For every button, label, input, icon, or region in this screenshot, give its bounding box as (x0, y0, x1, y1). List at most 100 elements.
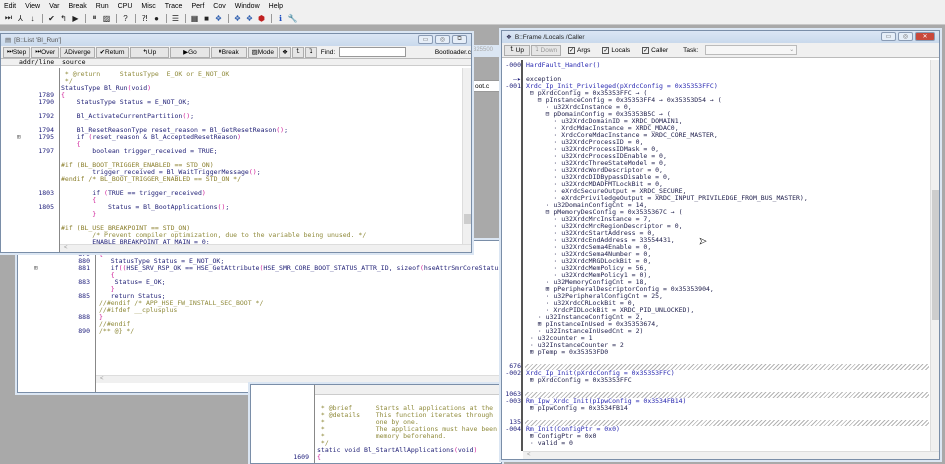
menu-view[interactable]: View (25, 3, 40, 10)
find-input[interactable] (339, 47, 406, 57)
stop-icon[interactable]: ● (151, 13, 162, 23)
frame-row (502, 69, 929, 76)
register-icon[interactable]: ■ (201, 13, 212, 23)
menu-bar: Edit View Var Break Run CPU Misc Trace Perf Cov Wi… (0, 0, 945, 12)
list-window-titlebar[interactable]: ▤ [B::List 'Bl_Run'] ▭ ◎ ⧉ (1, 34, 471, 46)
break-button[interactable]: ⏸ Break (210, 46, 247, 58)
menu-perf[interactable]: Perf (191, 3, 204, 10)
up-button[interactable]: ↰ Up (129, 46, 170, 58)
restore-button[interactable]: ⧉ (452, 35, 467, 44)
frame-icon[interactable]: ❖ (213, 13, 224, 23)
up-view-button[interactable]: ⮤ (292, 46, 304, 58)
down-button[interactable]: ⮧ Down (531, 44, 561, 56)
menu-cov[interactable]: Cov (213, 3, 225, 10)
toolbar-separator (135, 13, 136, 23)
horizontal-scrollbar[interactable] (315, 385, 501, 395)
main-toolbar: ⏭ ⅄ ↓ ✔ ↰ ▶ ⏸ ▨? ⁈ ● ☰ ▦ ■ ❖ ❖ ❖ ⬢ ℹ 🔧 (0, 12, 945, 25)
frame-level (502, 258, 523, 265)
context-help-icon[interactable]: ⁈ (139, 13, 150, 23)
frame-level (502, 111, 523, 118)
background-window-fragment: 325500 (472, 45, 502, 57)
menu-break[interactable]: Break (68, 3, 86, 10)
addr-line-header[interactable]: addr/line (19, 59, 54, 66)
caller-checkbox[interactable]: ✓ Caller (642, 46, 668, 54)
step-label: Step (12, 48, 27, 56)
step-icon[interactable]: ⏭ (3, 13, 14, 23)
frame-level (502, 314, 523, 321)
menu-edit[interactable]: Edit (4, 3, 16, 10)
return-button[interactable]: ✔ Return (95, 46, 129, 58)
go-icon[interactable]: ▶ (70, 13, 81, 23)
frame-window-titlebar[interactable]: ❖ B::Frame /Locals /Caller ▭ ◎ ✕ (502, 31, 939, 43)
horizontal-scrollbar[interactable]: < (523, 451, 939, 459)
horizontal-scrollbar[interactable]: < (60, 244, 471, 252)
mode-icon[interactable]: ▨ (101, 13, 112, 23)
frame-level (502, 216, 523, 223)
close-button[interactable]: ✕ (915, 32, 935, 41)
up-button[interactable]: ⮤ Up (504, 44, 530, 56)
locals-label: Locals (611, 46, 631, 54)
frame-level (502, 223, 523, 230)
bug-icon[interactable]: ⬢ (256, 13, 267, 23)
watch-icon[interactable]: ❖ (244, 13, 255, 23)
over-button[interactable]: ⏭ Over (31, 46, 60, 58)
maximize-button[interactable]: ◎ (435, 35, 450, 44)
frame-row: · valid = 0 (502, 440, 929, 447)
menu-var[interactable]: Var (49, 3, 59, 10)
tool-icon[interactable]: 🔧 (287, 13, 298, 23)
diverge-button[interactable]: ⅄ Diverge (60, 46, 95, 58)
over-icon[interactable]: ↓ (27, 13, 38, 23)
diverge-icon[interactable]: ⅄ (15, 13, 26, 23)
return-icon[interactable]: ✔ (46, 13, 57, 23)
frame-level (502, 209, 523, 216)
code-line: if((HSE_SRV_RSP_OK == HSE_GetAttribute(H… (99, 264, 500, 272)
go-button[interactable]: ▶ Go (170, 46, 210, 58)
up-label: Up (515, 46, 524, 54)
down-view-button[interactable]: ⮧ (304, 46, 317, 58)
fold-toggle-icon[interactable]: ⊞ (34, 265, 38, 272)
code-line: } (61, 210, 97, 218)
fold-toggle-icon[interactable]: ⊞ (17, 134, 21, 141)
frame-level (502, 265, 523, 272)
menu-help[interactable]: Help (269, 3, 283, 10)
menu-cpu[interactable]: CPU (118, 3, 133, 10)
menu-misc[interactable]: Misc (141, 3, 155, 10)
menu-window[interactable]: Window (235, 3, 260, 10)
frame-function[interactable]: HardFault_Handler() (523, 62, 600, 69)
var-icon[interactable]: ❖ (232, 13, 243, 23)
break-icon[interactable]: ⏸ (89, 13, 100, 23)
bracket: ) (147, 84, 152, 92)
minimize-button[interactable]: ▭ (881, 32, 896, 41)
help-icon[interactable]: ? (120, 13, 131, 23)
mode-button[interactable]: ▨ Mode (247, 46, 278, 58)
frame-view-button[interactable]: ❖ (279, 46, 291, 58)
code-line: //#ifdef __cplusplus (99, 306, 178, 314)
code-line: if (reset_reason & Bl_AcceptedResetReaso… (61, 133, 242, 141)
memory-icon[interactable]: ▦ (189, 13, 200, 23)
mouse-cursor-icon: ➤ (699, 236, 707, 247)
code-line: * memory beforehand. (317, 432, 447, 440)
horizontal-scrollbar[interactable]: < (96, 375, 500, 383)
list-icon[interactable]: ☰ (170, 13, 181, 23)
locals-checkbox[interactable]: ✓ Locals (602, 46, 631, 54)
minimize-button[interactable]: ▭ (418, 35, 433, 44)
toolbar-separator (185, 13, 186, 23)
info-icon[interactable]: ℹ (275, 13, 286, 23)
args-checkbox[interactable]: ✓ Args (568, 46, 590, 54)
frame-level (502, 90, 523, 97)
file-name: Bootloader.c (434, 48, 471, 56)
vertical-scrollbar[interactable] (462, 68, 471, 244)
menu-run[interactable]: Run (96, 3, 109, 10)
frame-variable: · valid = 0 (526, 439, 573, 447)
maximize-button[interactable]: ◎ (898, 32, 913, 41)
source-header[interactable]: source (62, 59, 85, 66)
task-dropdown[interactable]: ⌄ (705, 45, 798, 55)
vertical-scrollbar[interactable] (930, 60, 939, 451)
menu-trace[interactable]: Trace (165, 3, 183, 10)
go-label: Go (188, 48, 197, 56)
up-icon[interactable]: ↰ (58, 13, 69, 23)
background-file-tab[interactable]: oot.c (472, 80, 502, 92)
step-button[interactable]: ⏭ Step (3, 46, 31, 58)
frame-row (502, 356, 929, 363)
line-number (1, 232, 58, 239)
